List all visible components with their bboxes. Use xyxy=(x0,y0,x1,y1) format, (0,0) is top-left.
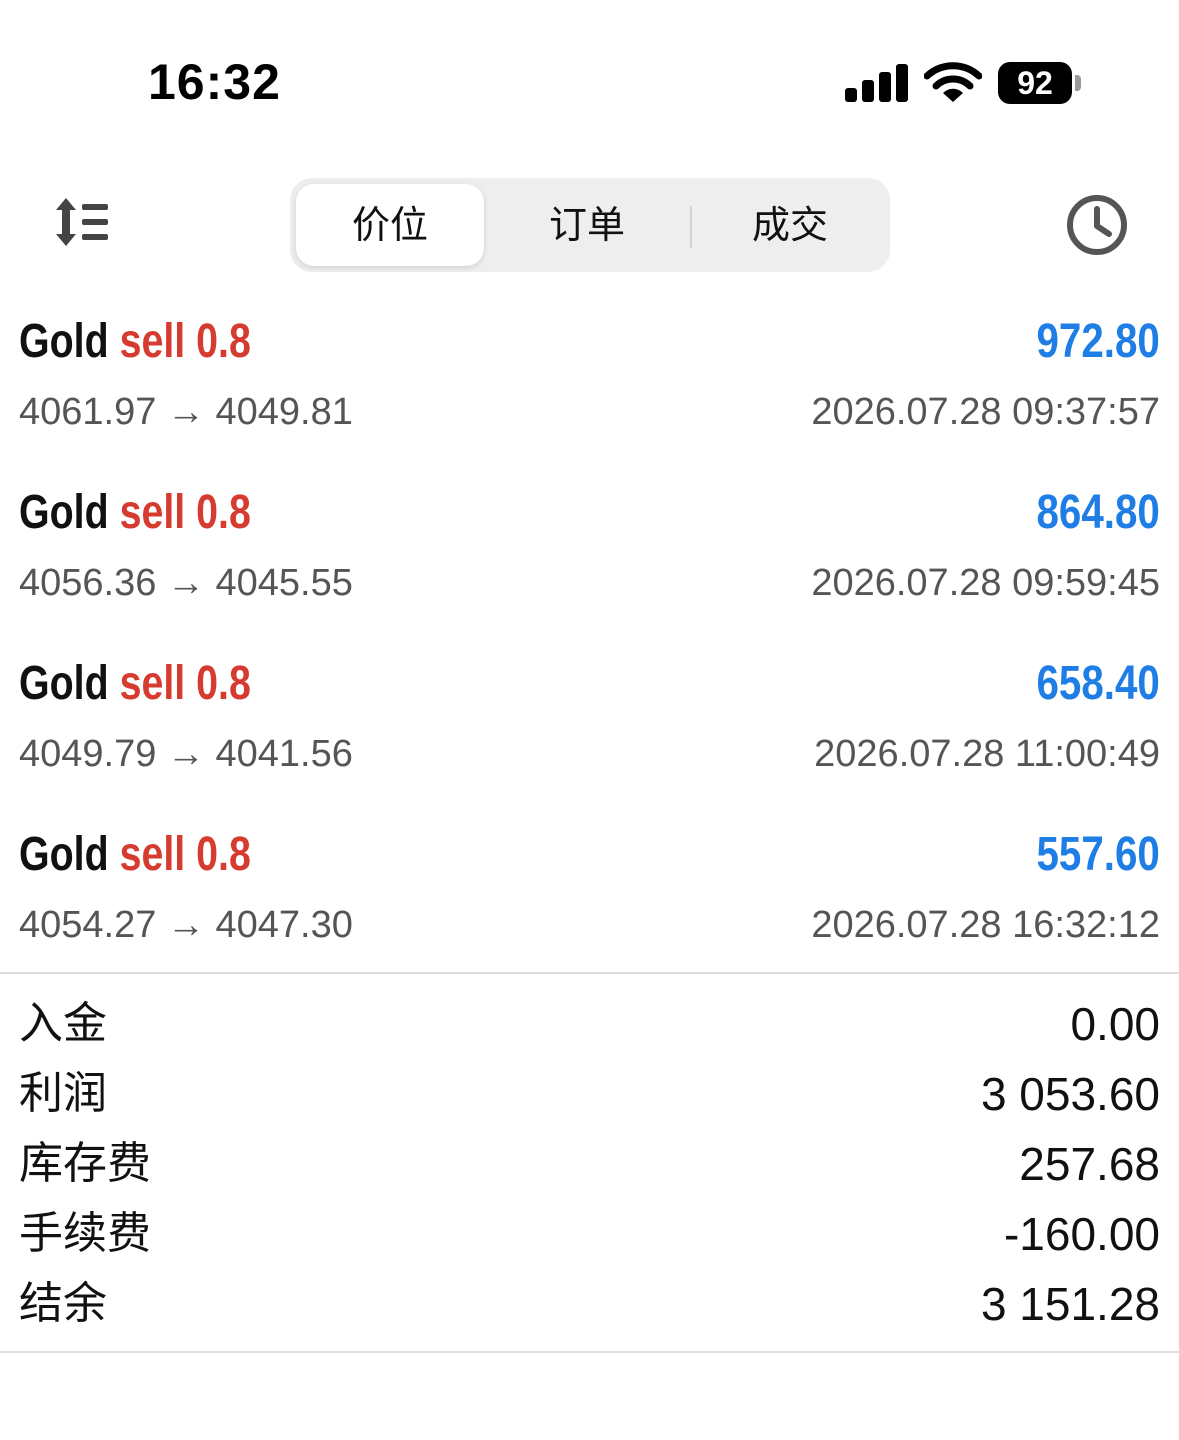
status-time: 16:32 xyxy=(148,54,281,110)
deal-symbol: Gold xyxy=(19,315,109,368)
summary-value: 3 053.60 xyxy=(980,1068,1160,1120)
battery-icon: 92 xyxy=(998,62,1082,104)
summary-label: 手续费 xyxy=(19,1208,151,1259)
summary-value: 257.68 xyxy=(1019,1138,1160,1190)
deal-profit: 864.80 xyxy=(1036,486,1160,539)
summary-label: 利润 xyxy=(19,1068,107,1119)
tab-positions[interactable]: 价位 xyxy=(296,184,484,266)
deal-row[interactable]: Gold sell 0.8 658.40 4049.79 → 4041.56 2… xyxy=(0,642,1179,813)
deal-prices: 4049.79 → 4041.56 xyxy=(19,733,353,775)
toolbar: 价位 订单 成交 xyxy=(0,170,1179,280)
deal-symbol: Gold xyxy=(19,657,109,710)
deal-profit: 658.40 xyxy=(1036,657,1160,710)
deal-title: Gold sell 0.8 xyxy=(19,823,251,887)
deal-side: sell xyxy=(119,657,186,710)
sort-icon[interactable] xyxy=(50,194,114,250)
segmented-control: 价位 订单 成交 xyxy=(290,178,890,272)
summary-label: 库存费 xyxy=(19,1138,151,1189)
deal-time: 2026.07.28 16:32:12 xyxy=(811,904,1160,946)
tab-deals[interactable]: 成交 xyxy=(694,184,886,266)
deal-profit: 557.60 xyxy=(1036,828,1160,881)
battery-level: 92 xyxy=(998,62,1072,104)
summary-row-commission: 手续费 -160.00 xyxy=(0,1198,1179,1268)
deal-list: Gold sell 0.8 972.80 4061.97 → 4049.81 2… xyxy=(0,300,1179,984)
summary-divider-top xyxy=(0,972,1179,974)
deal-symbol: Gold xyxy=(19,486,109,539)
deal-profit: 972.80 xyxy=(1036,315,1160,368)
summary-value: 3 151.28 xyxy=(980,1278,1160,1330)
deal-side: sell xyxy=(119,486,186,539)
deal-time: 2026.07.28 11:00:49 xyxy=(814,733,1160,775)
summary-row-swap: 库存费 257.68 xyxy=(0,1128,1179,1198)
deal-prices: 4054.27 → 4047.30 xyxy=(19,904,353,946)
summary-row-deposit: 入金 0.00 xyxy=(0,988,1179,1058)
deal-volume: 0.8 xyxy=(196,486,251,539)
deal-title: Gold sell 0.8 xyxy=(19,652,251,716)
summary-label: 结余 xyxy=(19,1278,107,1329)
deal-time: 2026.07.28 09:59:45 xyxy=(811,562,1160,604)
deal-title: Gold sell 0.8 xyxy=(19,310,251,374)
summary-value: -160.00 xyxy=(1003,1208,1160,1260)
summary-row-profit: 利润 3 053.60 xyxy=(0,1058,1179,1128)
deal-volume: 0.8 xyxy=(196,657,251,710)
deal-title: Gold sell 0.8 xyxy=(19,481,251,545)
cellular-signal-icon xyxy=(845,64,908,102)
segment-divider xyxy=(690,206,692,248)
deal-symbol: Gold xyxy=(19,828,109,881)
wifi-icon xyxy=(924,62,982,102)
deal-prices: 4056.36 → 4045.55 xyxy=(19,562,353,604)
deal-volume: 0.8 xyxy=(196,828,251,881)
deal-side: sell xyxy=(119,315,186,368)
summary-value: 0.00 xyxy=(1070,998,1160,1050)
deal-volume: 0.8 xyxy=(196,315,251,368)
deal-time: 2026.07.28 09:37:57 xyxy=(811,391,1160,433)
deal-row[interactable]: Gold sell 0.8 864.80 4056.36 → 4045.55 2… xyxy=(0,471,1179,642)
deal-row[interactable]: Gold sell 0.8 972.80 4061.97 → 4049.81 2… xyxy=(0,300,1179,471)
tab-orders[interactable]: 订单 xyxy=(492,184,682,266)
deal-side: sell xyxy=(119,828,186,881)
summary-row-balance: 结余 3 151.28 xyxy=(0,1268,1179,1338)
status-bar: 16:32 92 xyxy=(0,0,1179,150)
deal-prices: 4061.97 → 4049.81 xyxy=(19,391,353,433)
history-clock-icon[interactable] xyxy=(1064,192,1130,258)
account-summary: 入金 0.00 利润 3 053.60 库存费 257.68 手续费 -160.… xyxy=(0,988,1179,1338)
deal-row[interactable]: Gold sell 0.8 557.60 4054.27 → 4047.30 2… xyxy=(0,813,1179,984)
summary-label: 入金 xyxy=(19,998,107,1049)
summary-divider-bottom xyxy=(0,1351,1179,1353)
